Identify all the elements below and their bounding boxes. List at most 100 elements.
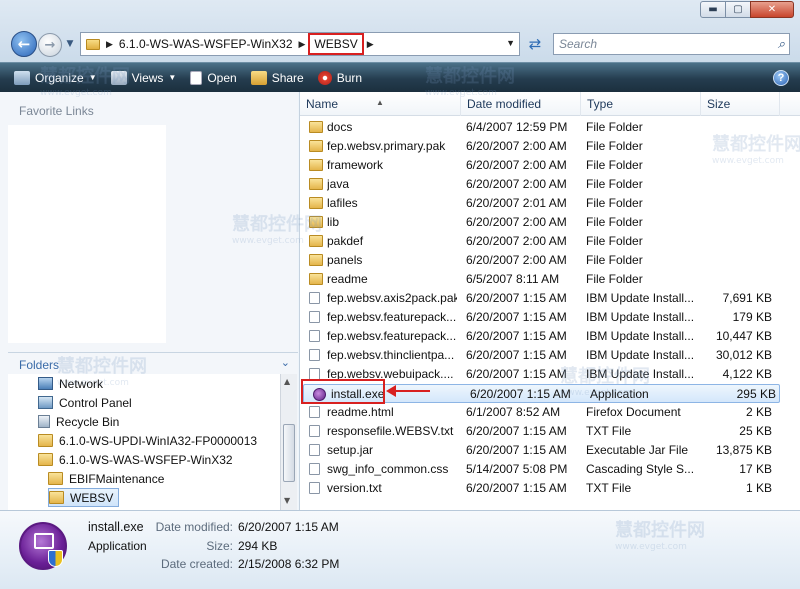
file-row[interactable]: java 6/20/2007 2:00 AM File Folder <box>300 175 780 194</box>
open-button[interactable]: Open <box>190 67 237 89</box>
file-row[interactable]: version.txt 6/20/2007 1:15 AM TXT File 1 KB <box>300 479 780 498</box>
column-header-type[interactable]: Type <box>581 92 701 116</box>
tree-item-folder[interactable]: EBIFMaintenance <box>48 469 164 488</box>
file-row[interactable]: framework 6/20/2007 2:00 AM File Folder <box>300 156 780 175</box>
file-type: IBM Update Install... <box>586 310 695 324</box>
file-type: IBM Update Install... <box>586 348 695 362</box>
file-row[interactable]: panels 6/20/2007 2:00 AM File Folder <box>300 251 780 270</box>
file-row[interactable]: lafiles 6/20/2007 2:01 AM File Folder <box>300 194 780 213</box>
file-row[interactable]: responsefile.WEBSV.txt 6/20/2007 1:15 AM T… <box>300 422 780 441</box>
recent-pages-button[interactable]: ▼ <box>64 38 76 50</box>
file-row[interactable]: fep.websv.thinclientpa... 6/20/2007 1:15 … <box>300 346 780 365</box>
search-icon[interactable]: ⌕ <box>778 36 785 52</box>
breadcrumb-separator-icon[interactable]: ▶ <box>106 39 113 50</box>
file-row[interactable]: fep.websv.featurepack.... 6/20/2007 1:15 … <box>300 327 780 346</box>
file-row[interactable]: fep.websv.featurepack.... 6/20/2007 1:15 … <box>300 308 780 327</box>
file-type: IBM Update Install... <box>586 367 695 381</box>
file-date-modified: 6/20/2007 2:00 AM <box>466 158 567 172</box>
tree-scrollbar[interactable]: ▲ ▼ <box>280 374 297 510</box>
maximize-button[interactable]: ▢ <box>725 1 751 18</box>
text-file-icon <box>309 482 320 494</box>
tree-item-selected[interactable]: WEBSV <box>48 488 120 507</box>
file-size: 179 KB <box>732 310 772 324</box>
details-date-created-label: Date created: <box>160 557 233 571</box>
burn-icon <box>317 70 332 85</box>
column-header-date[interactable]: Date modified <box>461 92 581 116</box>
details-date-modified-label: Date modified: <box>155 520 233 534</box>
column-header-label: Size <box>707 97 731 111</box>
scroll-down-icon[interactable]: ▼ <box>284 496 290 505</box>
breadcrumb-item-current[interactable]: WEBSV <box>308 33 364 55</box>
folder-tree: Network Control Panel Recycle Bin 6.1.0-… <box>8 374 280 510</box>
file-row[interactable]: pakdef 6/20/2007 2:00 AM File Folder <box>300 232 780 251</box>
css-file-icon <box>309 463 320 475</box>
tree-item-folder[interactable]: 6.1.0-WS-WAS-WSFEP-WinX32 <box>38 450 233 469</box>
minimize-button[interactable]: ▬ <box>700 1 726 18</box>
burn-button[interactable]: Burn <box>317 67 363 89</box>
forward-button[interactable]: → <box>38 33 62 57</box>
file-type: File Folder <box>586 253 643 267</box>
document-icon <box>309 292 320 304</box>
tree-item-folder[interactable]: 6.1.0-WS-UPDI-WinIA32-FP0000013 <box>38 431 257 450</box>
details-date-modified: 6/20/2007 1:15 AM <box>238 520 339 534</box>
breadcrumb-item[interactable]: 6.1.0-WS-WAS-WSFEP-WinX32 <box>119 37 293 51</box>
close-button[interactable]: ✕ <box>750 1 794 18</box>
tree-item-network[interactable]: Network <box>38 374 103 393</box>
folder-icon <box>309 235 323 247</box>
scrollbar-thumb[interactable] <box>283 424 295 482</box>
explorer-window: ▬ ▢ ✕ ← → ▼ ▶ 6.1.0-WS-WAS-WSFEP-WinX32 … <box>0 0 800 589</box>
burn-label: Burn <box>336 70 363 85</box>
installer-icon <box>19 522 67 570</box>
help-button[interactable]: ? <box>773 70 789 86</box>
help-icon: ? <box>777 72 785 84</box>
close-icon: ✕ <box>767 4 777 15</box>
address-bar[interactable]: ▶ 6.1.0-WS-WAS-WSFEP-WinX32 ▶ WEBSV ▶ ▼ <box>80 32 520 56</box>
file-row[interactable]: docs 6/4/2007 12:59 PM File Folder <box>300 118 780 137</box>
open-label: Open <box>207 70 237 85</box>
breadcrumb-separator-icon[interactable]: ▶ <box>367 39 374 50</box>
column-header-label: Date modified <box>467 97 542 111</box>
file-row[interactable]: fep.websv.primary.pak 6/20/2007 2:00 AM Fi… <box>300 137 780 156</box>
views-button[interactable]: Views ▼ <box>110 67 176 89</box>
tree-item-label: Recycle Bin <box>56 414 120 429</box>
file-name: fep.websv.axis2pack.pak <box>327 291 457 305</box>
organize-button[interactable]: Organize ▼ <box>14 67 97 89</box>
folder-icon <box>309 273 323 285</box>
sort-ascending-icon: ▲ <box>376 98 384 107</box>
column-header-size[interactable]: Size <box>701 92 780 116</box>
address-dropdown-icon[interactable]: ▼ <box>506 38 515 48</box>
file-size: 30,012 KB <box>715 348 772 362</box>
tree-item-control-panel[interactable]: Control Panel <box>38 393 132 412</box>
breadcrumb-separator-icon[interactable]: ▶ <box>299 39 306 50</box>
file-row[interactable]: readme.html 6/1/2007 8:52 AM Firefox Docum… <box>300 403 780 422</box>
file-row[interactable]: lib 6/20/2007 2:00 AM File Folder <box>300 213 780 232</box>
folder-icon <box>309 216 323 228</box>
tree-item-recycle-bin[interactable]: Recycle Bin <box>38 412 119 431</box>
file-name: readme.html <box>327 405 394 419</box>
views-label: Views <box>131 70 164 85</box>
column-headers: Name ▲ Date modified Type Size <box>300 92 800 116</box>
share-icon <box>250 70 267 85</box>
back-button[interactable]: ← <box>11 31 37 57</box>
file-row[interactable]: fep.websv.axis2pack.pak 6/20/2007 1:15 AM… <box>300 289 780 308</box>
file-size: 25 KB <box>739 424 772 438</box>
favorite-links-list[interactable] <box>8 125 166 343</box>
file-row[interactable]: readme 6/5/2007 8:11 AM File Folder <box>300 270 780 289</box>
file-type: Cascading Style S... <box>586 462 695 476</box>
column-header-label: Type <box>587 97 614 111</box>
arrow-left-icon: ← <box>17 35 31 53</box>
highlight-box <box>301 379 385 404</box>
share-button[interactable]: Share <box>250 67 304 89</box>
tree-item-label: 6.1.0-WS-WAS-WSFEP-WinX32 <box>59 452 233 467</box>
search-input[interactable]: Search ⌕ <box>553 33 790 55</box>
refresh-button[interactable]: ⇄ <box>524 33 546 55</box>
folders-toggle[interactable]: Folders ⌄ <box>8 352 298 374</box>
tree-item-label: 6.1.0-WS-UPDI-WinIA32-FP0000013 <box>59 433 258 448</box>
file-list: Name ▲ Date modified Type Size docs 6/4/2… <box>299 92 800 510</box>
file-row[interactable]: setup.jar 6/20/2007 1:15 AM Executable Jar… <box>300 441 780 460</box>
file-row[interactable]: swg_info_common.css 5/14/2007 5:08 PM Casc… <box>300 460 780 479</box>
annotation-arrow <box>392 390 430 392</box>
scroll-up-icon[interactable]: ▲ <box>284 377 290 386</box>
column-header-name[interactable]: Name ▲ <box>300 92 461 116</box>
file-size <box>700 175 772 194</box>
